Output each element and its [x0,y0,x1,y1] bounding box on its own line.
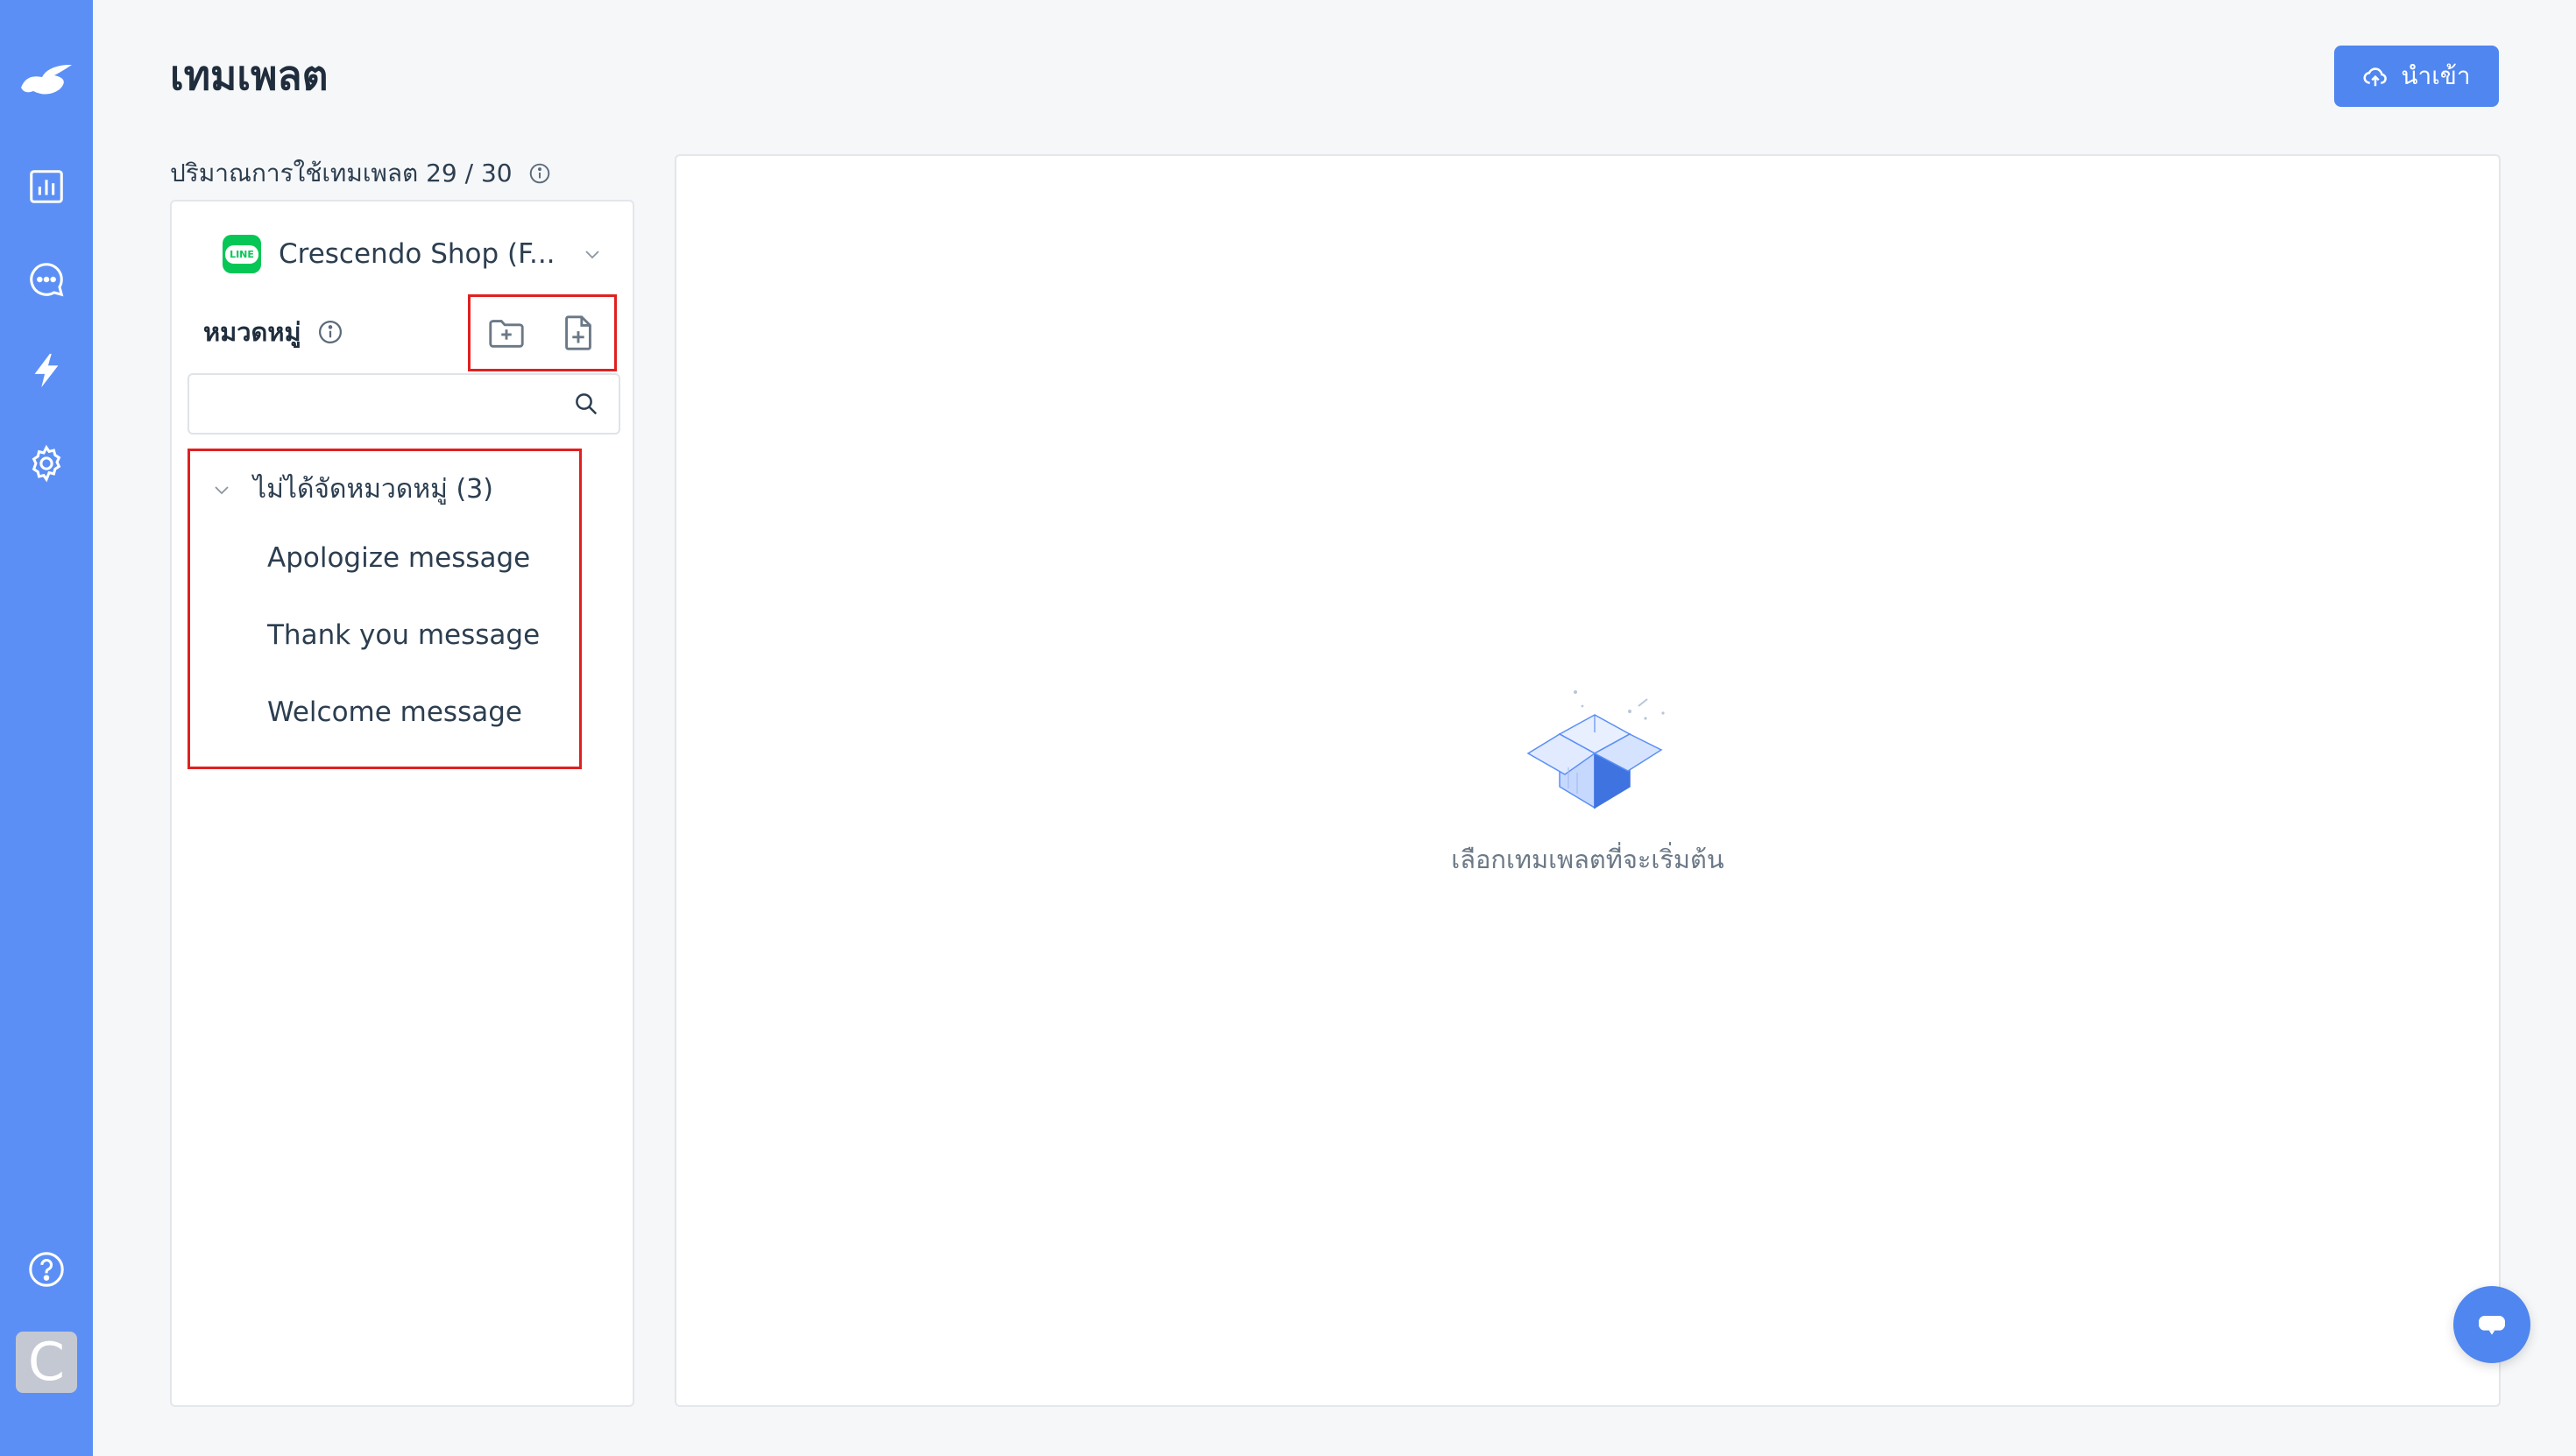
template-usage: ปริมาณการใช้เทมเพลต 29 / 30 [170,154,551,193]
line-badge-label: LINE [225,244,258,264]
automation-nav-item[interactable] [21,345,72,396]
usage-label: ปริมาณการใช้เทมเพลต 29 / 30 [170,159,513,187]
settings-icon [32,444,61,483]
usage-info-icon[interactable] [528,162,551,185]
page-title: เทมเพลต [170,52,329,99]
template-editor-area: เลือกเทมเพลตที่จะเริ่มต้น [675,154,2501,1407]
tree-item-welcome[interactable]: Welcome message [267,696,522,728]
tree-item-apologize[interactable]: Apologize message [267,542,530,574]
chevron-down-icon [584,251,599,259]
add-folder-button[interactable] [482,308,531,357]
tree-group-label: ไม่ได้จัดหมวดหมู่ (3) [253,474,493,505]
template-search [188,373,620,435]
chevron-down-icon [215,485,229,494]
analytics-icon [30,170,63,203]
chat-bubble-icon [2479,1316,2505,1335]
channel-name: Crescendo Shop (F... [279,238,556,270]
nav-rail: C [0,0,93,1456]
import-button[interactable]: นำเข้า [2334,46,2499,107]
category-label: หมวดหมู่ [203,317,301,347]
tree-group-uncategorized[interactable]: ไม่ได้จัดหมวดหมู่ (3) [211,469,493,510]
cloud-upload-icon [2363,67,2388,87]
empty-state-text: เลือกเทมเพลตที่จะเริ่มต้น [1451,845,1724,874]
empty-box-icon [1526,690,1665,809]
avatar-letter: C [28,1332,65,1393]
add-template-button[interactable] [554,308,603,357]
category-actions [468,294,617,371]
chat-icon [30,263,64,297]
lightning-icon [34,353,59,388]
user-avatar[interactable]: C [16,1332,77,1393]
folder-plus-icon [489,320,524,348]
logo-icon[interactable] [16,54,77,98]
import-button-label: นำเข้า [2401,61,2471,90]
category-header: หมวดหมู่ [203,312,343,352]
line-icon: LINE [223,235,261,273]
template-tree: ไม่ได้จัดหมวดหมู่ (3) Apologize message … [188,449,582,769]
file-plus-icon [565,315,591,350]
category-info-icon[interactable] [317,319,343,345]
tree-item-thank-you[interactable]: Thank you message [267,619,540,651]
search-input[interactable] [189,375,589,431]
search-icon[interactable] [573,391,599,417]
settings-nav-item[interactable] [21,438,72,489]
chat-support-button[interactable] [2453,1286,2530,1363]
help-icon [29,1252,64,1287]
channel-selector[interactable]: LINE Crescendo Shop (F... [223,235,603,273]
analytics-nav-item[interactable] [21,161,72,212]
chat-nav-item[interactable] [21,254,72,305]
template-sidebar: LINE Crescendo Shop (F... หมวดหมู่ ไม่ได… [170,200,634,1407]
help-nav-item[interactable] [21,1244,72,1295]
